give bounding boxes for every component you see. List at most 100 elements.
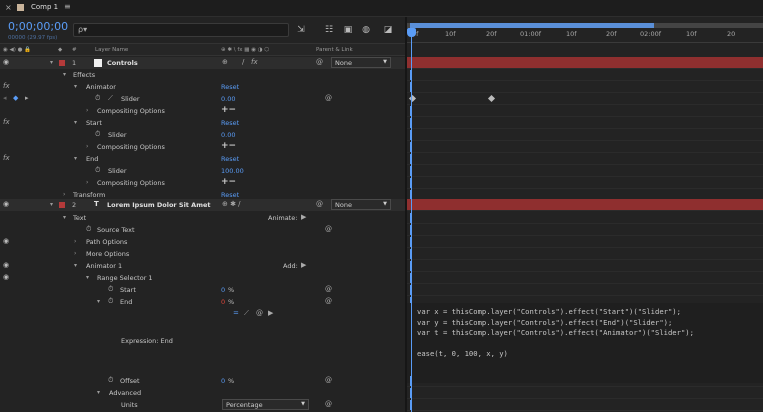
- stopwatch-icon[interactable]: ⏱: [86, 225, 91, 234]
- graph-icon[interactable]: ⟋: [108, 94, 113, 103]
- more-options-row[interactable]: › More Options: [0, 248, 405, 260]
- time-ruler[interactable]: 0f 10f 20f 01:00f 10f 20f 02:00f 10f 20: [407, 28, 763, 43]
- slider-value[interactable]: 100.00: [221, 167, 244, 175]
- end-compositing-row[interactable]: › Compositing Options +−: [0, 177, 405, 189]
- stopwatch-icon[interactable]: ⏱: [95, 166, 100, 175]
- current-time-display[interactable]: 0;00;00;00: [8, 20, 68, 33]
- start-value[interactable]: 0: [221, 286, 225, 294]
- expand-triangle-icon[interactable]: ›: [74, 238, 76, 245]
- stopwatch-icon[interactable]: ⏱: [95, 130, 100, 139]
- pick-whip-icon[interactable]: @: [316, 58, 323, 66]
- start-effect-row[interactable]: fx ▾ Start Reset: [0, 117, 405, 129]
- expand-triangle-icon[interactable]: ›: [74, 250, 76, 257]
- reset-link[interactable]: Reset: [221, 119, 239, 127]
- prev-keyframe-icon[interactable]: ◂: [3, 94, 7, 102]
- path-options-row[interactable]: ◉ › Path Options: [0, 236, 405, 248]
- animator-compositing-row[interactable]: › Compositing Options +−: [0, 105, 405, 117]
- expression-language-menu-icon[interactable]: ▶: [268, 309, 273, 317]
- expand-triangle-icon[interactable]: ▾: [74, 262, 77, 269]
- layer-bar-controls[interactable]: [407, 57, 763, 69]
- layer-search-input[interactable]: ρ▾: [73, 23, 289, 37]
- advanced-row[interactable]: ▾ Advanced: [0, 387, 405, 399]
- enable-expression-icon[interactable]: =: [233, 309, 239, 317]
- layer-name[interactable]: Controls: [107, 59, 138, 67]
- stopwatch-icon[interactable]: ⏱: [108, 376, 113, 385]
- units-row[interactable]: Units Percentage ▼ @: [0, 399, 405, 411]
- rs-end-row[interactable]: ▾ ⏱ End 0 % @: [0, 296, 405, 308]
- layer-name[interactable]: Lorem Ipsum Dolor Sit Amet: [107, 201, 210, 209]
- start-slider-row[interactable]: ⏱ Slider 0.00: [0, 129, 405, 141]
- eye-icon[interactable]: ◉: [3, 273, 9, 281]
- shy-switch-icon[interactable]: ⊕: [222, 58, 228, 66]
- expression-code[interactable]: var x = thisComp.layer("Controls").effec…: [417, 307, 694, 360]
- playhead-line[interactable]: [411, 30, 412, 412]
- layer-label-color[interactable]: [59, 202, 65, 208]
- expand-triangle-icon[interactable]: ›: [86, 107, 88, 114]
- text-group-row[interactable]: ▾ Text Animate: ▶: [0, 212, 405, 224]
- keyframe-diamond-icon[interactable]: ◆: [13, 94, 18, 102]
- eye-icon[interactable]: ◉: [3, 261, 9, 269]
- eye-icon[interactable]: ◉: [3, 237, 9, 245]
- slider-value[interactable]: 0.00: [221, 131, 235, 139]
- expand-triangle-icon[interactable]: ▾: [63, 71, 66, 78]
- add-remove-mask-buttons[interactable]: +−: [221, 177, 236, 187]
- reset-link[interactable]: Reset: [221, 83, 239, 91]
- effect-switch-icon[interactable]: fx: [251, 58, 258, 66]
- expand-triangle-icon[interactable]: ▾: [86, 274, 89, 281]
- expand-triangle-icon[interactable]: ›: [86, 179, 88, 186]
- fx-toggle-icon[interactable]: fx: [3, 82, 10, 90]
- add-menu-button-icon[interactable]: ▶: [301, 261, 306, 269]
- pick-whip-icon[interactable]: @: [325, 297, 332, 305]
- graph-editor-icon[interactable]: ◪: [382, 24, 394, 36]
- pick-whip-icon[interactable]: @: [325, 225, 332, 233]
- animate-menu-button-icon[interactable]: ▶: [301, 213, 306, 221]
- end-slider-row[interactable]: ⏱ Slider 100.00: [0, 165, 405, 177]
- reset-link[interactable]: Reset: [221, 155, 239, 163]
- parent-dropdown[interactable]: None ▼: [331, 199, 391, 210]
- fx-toggle-icon[interactable]: fx: [3, 154, 10, 162]
- pick-whip-icon[interactable]: @: [325, 400, 332, 408]
- expand-triangle-icon[interactable]: ▾: [97, 298, 100, 305]
- expand-triangle-icon[interactable]: ▾: [97, 389, 100, 396]
- offset-row[interactable]: ⏱ Offset 0 % @: [0, 375, 405, 387]
- tab-menu-icon[interactable]: ≡: [64, 2, 71, 11]
- expand-triangle-icon[interactable]: ▾: [74, 119, 77, 126]
- close-tab-icon[interactable]: ×: [5, 3, 12, 12]
- stopwatch-icon[interactable]: ⏱: [95, 94, 100, 103]
- animator-slider-row[interactable]: ◂ ◆ ▸ ⏱ ⟋ Slider 0.00 @: [0, 93, 405, 105]
- fx-toggle-icon[interactable]: fx: [3, 118, 10, 126]
- offset-value[interactable]: 0: [221, 377, 225, 385]
- expand-triangle-icon[interactable]: ▾: [74, 83, 77, 90]
- comp-tab-label[interactable]: Comp 1: [31, 3, 58, 11]
- pick-whip-icon[interactable]: @: [325, 376, 332, 384]
- expression-graph-icon[interactable]: ⟋: [244, 309, 249, 318]
- slider-value[interactable]: 0.00: [221, 95, 235, 103]
- expand-triangle-icon[interactable]: ▾: [50, 201, 53, 208]
- timeline-panel[interactable]: 0f 10f 20f 01:00f 10f 20f 02:00f 10f 20 …: [407, 17, 763, 412]
- add-remove-mask-buttons[interactable]: +−: [221, 105, 236, 115]
- add-remove-mask-buttons[interactable]: +−: [221, 141, 236, 151]
- pick-whip-icon[interactable]: @: [325, 285, 332, 293]
- pick-whip-icon[interactable]: @: [325, 94, 332, 102]
- layer-label-color[interactable]: [59, 60, 65, 66]
- source-text-row[interactable]: ⏱ Source Text @: [0, 224, 405, 236]
- layer-row-controls[interactable]: ◉ ▾ 1 Controls ⊕ / fx @ None ▼: [0, 57, 405, 69]
- pick-whip-icon[interactable]: @: [316, 200, 323, 208]
- end-effect-row[interactable]: fx ▾ End Reset: [0, 153, 405, 165]
- draft-3d-icon[interactable]: ☷: [323, 24, 335, 36]
- keyframe-icon[interactable]: [487, 94, 496, 103]
- motion-blur-icon[interactable]: ◍: [360, 24, 372, 36]
- expand-triangle-icon[interactable]: ▾: [50, 59, 53, 66]
- animator1-row[interactable]: ◉ ▾ Animator 1 Add: ▶: [0, 260, 405, 272]
- expand-triangle-icon[interactable]: ›: [63, 191, 65, 198]
- eye-icon[interactable]: ◉: [3, 200, 9, 208]
- shy-switch-icon[interactable]: ⊕ ✱ /: [222, 200, 241, 208]
- rs-start-row[interactable]: ⏱ Start 0 % @: [0, 284, 405, 296]
- stopwatch-icon[interactable]: ⏱: [108, 297, 113, 306]
- layer-row-lorem-ipsum[interactable]: ◉ ▾ 2 T Lorem Ipsum Dolor Sit Amet ⊕ ✱ /…: [0, 199, 405, 211]
- next-keyframe-icon[interactable]: ▸: [25, 94, 29, 102]
- expression-pick-whip-icon[interactable]: @: [256, 309, 263, 317]
- animator-effect-row[interactable]: fx ▾ Animator Reset: [0, 81, 405, 93]
- comp-mini-flowchart-icon[interactable]: ⇲: [295, 24, 307, 36]
- layer-name-header[interactable]: Layer Name: [95, 47, 128, 53]
